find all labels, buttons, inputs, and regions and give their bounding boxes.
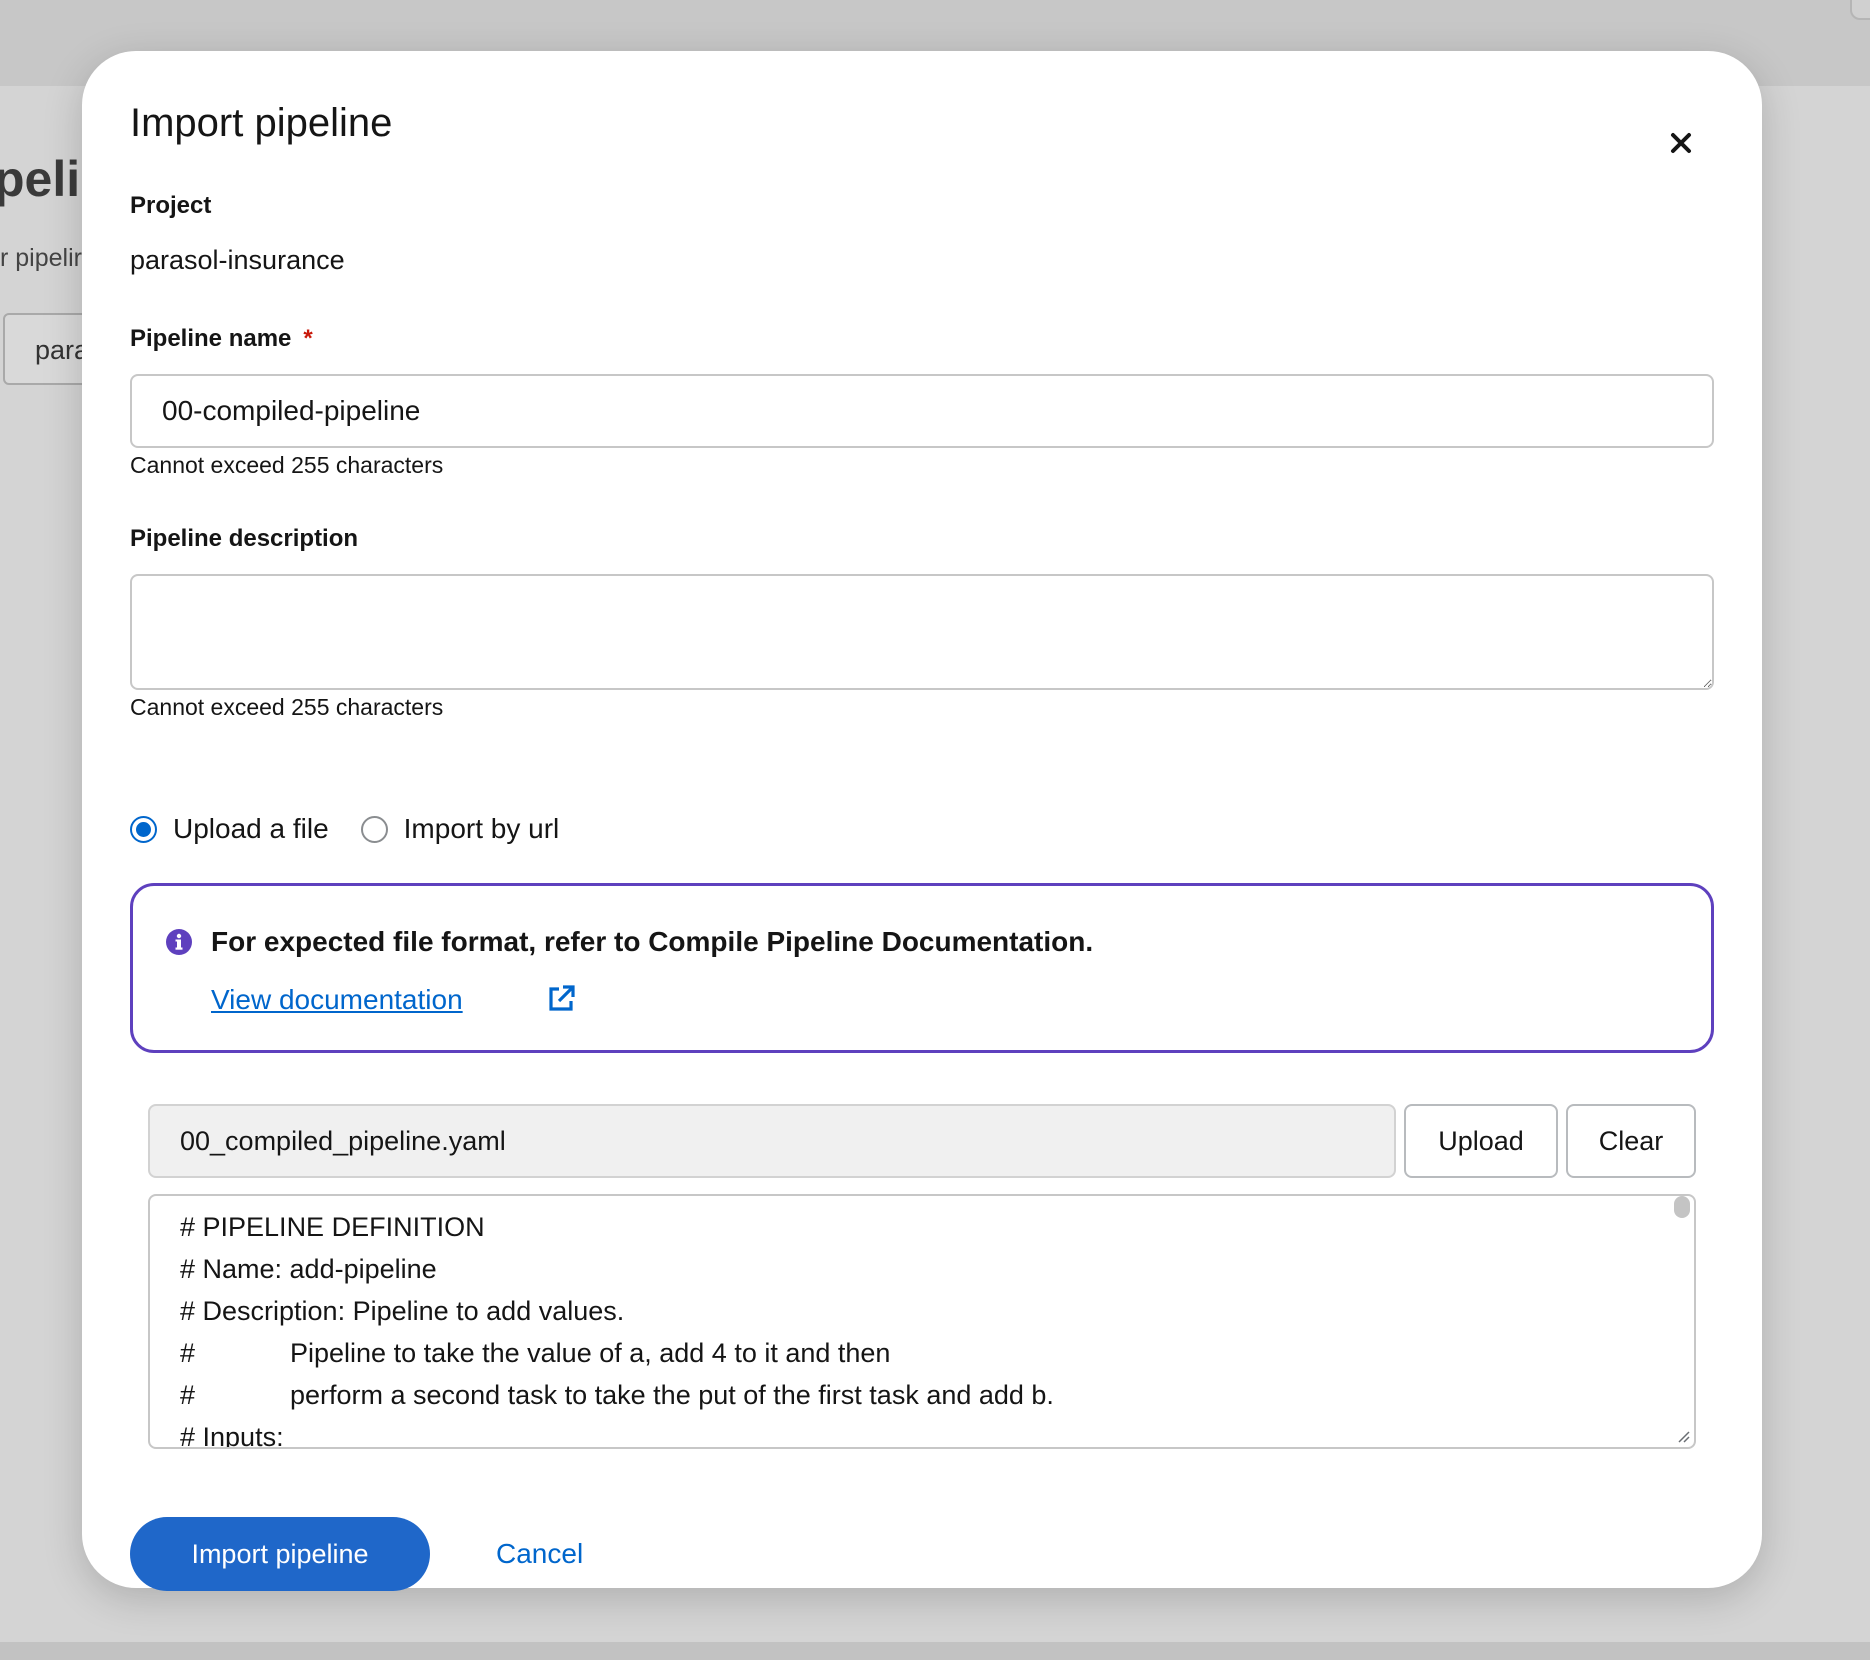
file-content-preview[interactable]: # PIPELINE DEFINITION # Name: add-pipeli…	[148, 1194, 1696, 1449]
pipeline-name-label: Pipeline name *	[130, 325, 313, 353]
radio-upload-file[interactable]: Upload a file	[130, 813, 329, 845]
background-footer-strip	[0, 1642, 1870, 1660]
radio-upload-file-indicator[interactable]	[130, 815, 157, 843]
project-label: Project	[130, 192, 212, 219]
line-prefix: # PIPELINE DEFINITION	[180, 1212, 485, 1242]
line-prefix: #	[180, 1380, 196, 1410]
external-link-icon[interactable]	[546, 984, 576, 1014]
pipeline-description-label: Pipeline description	[130, 525, 359, 552]
close-button[interactable]	[1656, 119, 1706, 169]
background-corner-control	[1850, 0, 1870, 20]
file-content-line: # Inputs:	[180, 1422, 284, 1449]
background-page-subtitle: r pipelir	[0, 244, 82, 272]
radio-upload-file-label[interactable]: Upload a file	[173, 813, 329, 845]
alert-title: For expected file format, refer to Compi…	[211, 926, 1094, 957]
upload-button[interactable]: Upload	[1404, 1104, 1558, 1178]
scrollbar-thumb[interactable]	[1674, 1196, 1690, 1218]
import-source-radio-group: Upload a file Import by url	[130, 811, 591, 847]
resize-grip-icon[interactable]	[1676, 1429, 1690, 1443]
view-documentation-link[interactable]: View documentation	[211, 984, 463, 1016]
clear-button[interactable]: Clear	[1566, 1104, 1696, 1178]
import-pipeline-button[interactable]: Import pipeline	[130, 1517, 430, 1591]
import-pipeline-modal: Import pipeline Project parasol-insuranc…	[82, 51, 1762, 1591]
file-format-info-alert: For expected file format, refer to Compi…	[130, 883, 1714, 1053]
pipeline-name-input[interactable]	[130, 374, 1714, 448]
required-marker: *	[303, 325, 313, 352]
pipeline-description-helper: Cannot exceed 255 characters	[130, 694, 444, 720]
project-value: parasol-insurance	[130, 245, 345, 275]
line-prefix: # Inputs:	[180, 1422, 284, 1449]
pipeline-name-label-text: Pipeline name	[130, 325, 292, 352]
radio-import-by-url-indicator[interactable]	[360, 815, 388, 843]
file-content-line: # Pipeline to take the value of a, add 4 …	[180, 1338, 890, 1369]
line-prefix: #	[180, 1338, 196, 1368]
background-project-select-label: para	[35, 335, 90, 365]
file-content-line: # perform a second task to take the put o…	[180, 1380, 1054, 1411]
info-circle-icon	[166, 929, 192, 955]
line-text: Pipeline to take the value of a, add 4 t…	[290, 1338, 891, 1368]
pipeline-description-textarea[interactable]	[130, 574, 1714, 690]
file-content-line: # Name: add-pipeline	[180, 1254, 437, 1285]
line-prefix: # Name: add-pipeline	[180, 1254, 437, 1284]
line-prefix: # Description: Pipeline to add values.	[180, 1296, 625, 1326]
file-content-line: # PIPELINE DEFINITION	[180, 1212, 485, 1243]
radio-import-by-url-label[interactable]: Import by url	[404, 813, 560, 845]
file-content-line: # Description: Pipeline to add values.	[180, 1296, 624, 1327]
cancel-button[interactable]: Cancel	[476, 1517, 603, 1591]
close-icon	[1671, 132, 1691, 153]
modal-title: Import pipeline	[130, 101, 393, 145]
pipeline-name-helper: Cannot exceed 255 characters	[130, 452, 444, 478]
uploaded-file-name: 00_compiled_pipeline.yaml	[148, 1104, 1396, 1178]
line-text: perform a second task to take the put of…	[290, 1380, 1054, 1410]
radio-import-by-url[interactable]: Import by url	[360, 813, 560, 845]
